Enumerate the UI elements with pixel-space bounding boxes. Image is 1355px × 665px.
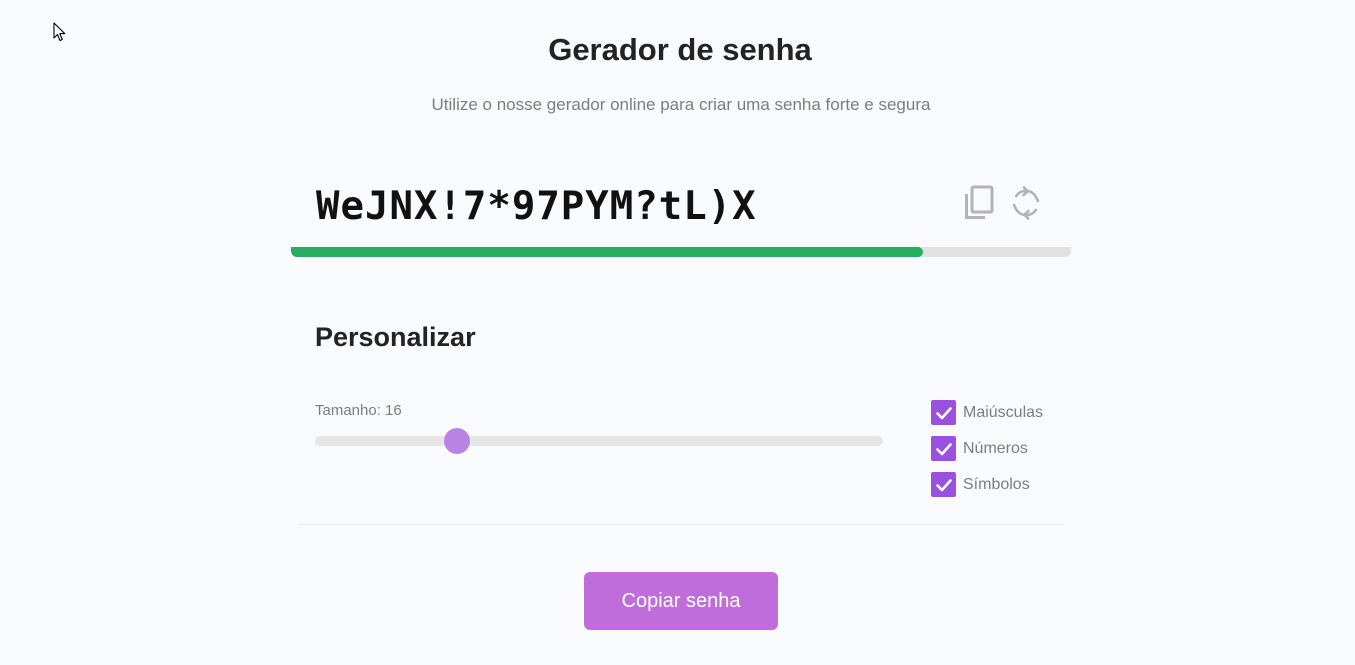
length-label: Tamanho: 16	[315, 402, 402, 419]
generated-password: WeJNX!7*97PYM?tL)X	[316, 184, 757, 229]
symbols-checkbox[interactable]	[931, 472, 956, 497]
check-icon	[935, 442, 952, 455]
copy-icon[interactable]	[963, 185, 995, 221]
option-symbols[interactable]: Símbolos	[931, 472, 1030, 497]
symbols-label: Símbolos	[963, 475, 1030, 493]
check-icon	[935, 406, 952, 419]
refresh-icon[interactable]	[1009, 184, 1043, 222]
strength-bar	[291, 247, 1071, 257]
option-numbers[interactable]: Números	[931, 436, 1028, 461]
uppercase-checkbox[interactable]	[931, 400, 956, 425]
section-divider	[298, 524, 1064, 525]
length-slider[interactable]	[315, 428, 883, 454]
password-generator-page: Gerador de senha Utilize o nosse gerador…	[0, 0, 1355, 665]
uppercase-label: Maiúsculas	[963, 403, 1044, 421]
length-slider-track	[315, 436, 883, 446]
page-title: Gerador de senha	[548, 32, 812, 67]
numbers-label: Números	[963, 439, 1028, 457]
page-subtitle: Utilize o nosse gerador online para cria…	[431, 95, 931, 114]
length-slider-thumb[interactable]	[444, 428, 470, 454]
password-display: WeJNX!7*97PYM?tL)X	[291, 160, 1071, 258]
customize-title: Personalizar	[315, 322, 476, 352]
numbers-checkbox[interactable]	[931, 436, 956, 461]
option-uppercase[interactable]: Maiúsculas	[931, 400, 1043, 425]
copy-password-button[interactable]: Copiar senha	[584, 572, 778, 630]
check-icon	[935, 478, 952, 491]
strength-bar-fill	[291, 247, 923, 257]
